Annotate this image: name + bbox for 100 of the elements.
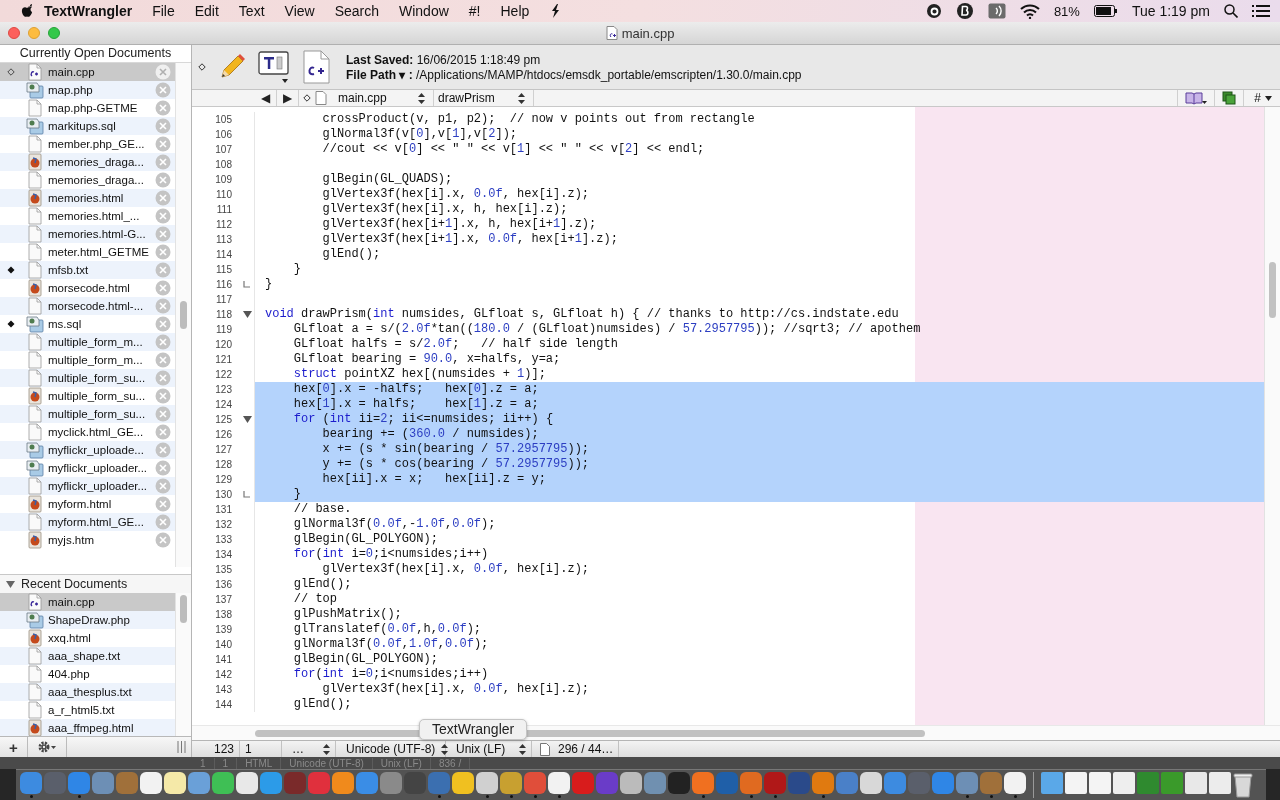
minimize-button[interactable] bbox=[28, 27, 40, 39]
recent-document-item[interactable]: ShapeDraw.php bbox=[0, 611, 175, 629]
function-popup[interactable]: drawPrism bbox=[434, 90, 534, 106]
close-document-icon[interactable] bbox=[155, 118, 171, 134]
open-document-item[interactable]: myflickr_uploade... bbox=[0, 441, 175, 459]
file-path-text[interactable]: File Path ▾ : /Applications/MAMP/htdocs/emsdk_portable/emscripten/1.30.0/main.cpp bbox=[346, 67, 802, 82]
close-document-icon[interactable] bbox=[155, 514, 171, 530]
menu-item[interactable]: Edit bbox=[184, 3, 229, 19]
open-document-item[interactable]: memories_draga... bbox=[0, 171, 175, 189]
cpp-document-icon[interactable] bbox=[302, 50, 330, 84]
horizontal-scroll-bar[interactable] bbox=[192, 725, 1280, 740]
fold-triangle-icon[interactable] bbox=[242, 310, 252, 319]
open-document-item[interactable]: map.php-GETME bbox=[0, 99, 175, 117]
close-document-icon[interactable] bbox=[155, 172, 171, 188]
open-document-item[interactable]: multiple_form_m... bbox=[0, 333, 175, 351]
dock-app-icon[interactable] bbox=[164, 772, 186, 794]
close-document-icon[interactable] bbox=[155, 370, 171, 386]
open-document-item[interactable]: ms.sql bbox=[0, 315, 175, 333]
menu-item[interactable]: Window bbox=[389, 3, 459, 19]
open-document-item[interactable]: markitups.sql bbox=[0, 117, 175, 135]
scroll-bar[interactable] bbox=[175, 63, 191, 567]
open-document-item[interactable]: myflickr_uploader... bbox=[0, 459, 175, 477]
close-document-icon[interactable] bbox=[155, 64, 171, 80]
dock-app-icon[interactable] bbox=[1004, 772, 1026, 794]
open-document-item[interactable]: memories.html-G... bbox=[0, 225, 175, 243]
expanded-triangle-icon[interactable] bbox=[6, 579, 15, 589]
close-document-icon[interactable] bbox=[155, 496, 171, 512]
recent-document-item[interactable]: main.cpp bbox=[0, 593, 175, 611]
close-document-icon[interactable] bbox=[155, 244, 171, 260]
sound-waves-icon[interactable] bbox=[987, 3, 1006, 19]
close-button[interactable] bbox=[8, 27, 20, 39]
forward-button[interactable]: ▶ bbox=[276, 90, 299, 106]
open-document-item[interactable]: member.php_GE... bbox=[0, 135, 175, 153]
dock-stack-icon[interactable] bbox=[1041, 772, 1063, 794]
open-document-item[interactable]: morsecode.html bbox=[0, 279, 175, 297]
menu-item[interactable]: View bbox=[274, 3, 325, 19]
open-document-item[interactable]: myjs.htm bbox=[0, 531, 175, 549]
dock-stack-icon[interactable] bbox=[1185, 772, 1207, 794]
recent-document-item[interactable]: a_r_html5.txt bbox=[0, 701, 175, 719]
open-document-item[interactable]: myflickr_uploader... bbox=[0, 477, 175, 495]
status-bold-circle-icon[interactable] bbox=[955, 2, 974, 20]
fold-end-icon[interactable] bbox=[242, 280, 252, 289]
battery-icon[interactable] bbox=[1093, 5, 1118, 17]
vertical-scroll-bar[interactable] bbox=[1264, 107, 1280, 725]
close-document-icon[interactable] bbox=[155, 478, 171, 494]
zoom-button[interactable] bbox=[48, 27, 60, 39]
open-document-item[interactable]: memories.html bbox=[0, 189, 175, 207]
dock-stack-icon[interactable] bbox=[1089, 772, 1111, 794]
close-document-icon[interactable] bbox=[155, 532, 171, 548]
open-document-item[interactable]: myclick.html_GE... bbox=[0, 423, 175, 441]
close-document-icon[interactable] bbox=[155, 226, 171, 242]
text-options-icon[interactable] bbox=[258, 50, 290, 84]
menu-item[interactable]: Help bbox=[490, 3, 540, 19]
list-icon[interactable] bbox=[1252, 4, 1270, 18]
recent-document-item[interactable]: aaa_ffmpeg.html bbox=[0, 719, 175, 736]
app-menu[interactable]: TextWrangler bbox=[34, 3, 143, 19]
menu-clock[interactable]: Tue 1:19 pm bbox=[1131, 3, 1210, 19]
script-menu-icon[interactable] bbox=[549, 3, 562, 19]
close-document-icon[interactable] bbox=[155, 442, 171, 458]
close-document-icon[interactable] bbox=[155, 388, 171, 404]
open-document-item[interactable]: multiple_form_su... bbox=[0, 405, 175, 423]
book-icon[interactable] bbox=[1185, 91, 1208, 105]
close-document-icon[interactable] bbox=[155, 190, 171, 206]
wifi-icon[interactable] bbox=[1019, 3, 1040, 19]
overlapping-squares-icon[interactable] bbox=[1222, 91, 1237, 105]
dock-app-icon[interactable] bbox=[860, 772, 882, 794]
pencil-icon[interactable] bbox=[218, 53, 246, 81]
recent-document-item[interactable]: aaa_thesplus.txt bbox=[0, 683, 175, 701]
close-document-icon[interactable] bbox=[155, 262, 171, 278]
recent-document-item[interactable]: aaa_shape.txt bbox=[0, 647, 175, 665]
trash-icon[interactable] bbox=[1233, 772, 1253, 798]
dock-app-icon[interactable] bbox=[620, 772, 642, 794]
open-document-item[interactable]: main.cpp bbox=[0, 63, 175, 81]
close-document-icon[interactable] bbox=[155, 334, 171, 350]
dock-app-icon[interactable] bbox=[332, 772, 354, 794]
close-document-icon[interactable] bbox=[155, 82, 171, 98]
dock-app-icon[interactable] bbox=[140, 772, 162, 794]
open-document-item[interactable]: myform.html bbox=[0, 495, 175, 513]
back-button[interactable]: ◀ bbox=[255, 90, 276, 106]
close-document-icon[interactable] bbox=[155, 298, 171, 314]
close-document-icon[interactable] bbox=[155, 460, 171, 476]
close-document-icon[interactable] bbox=[155, 100, 171, 116]
dock-app-icon[interactable] bbox=[476, 772, 498, 794]
document-popup[interactable]: main.cpp bbox=[334, 90, 434, 106]
fold-end-icon[interactable] bbox=[242, 490, 252, 499]
open-document-item[interactable]: mfsb.txt bbox=[0, 261, 175, 279]
close-document-icon[interactable] bbox=[155, 424, 171, 440]
open-document-item[interactable]: multiple_form_m... bbox=[0, 351, 175, 369]
close-document-icon[interactable] bbox=[155, 406, 171, 422]
open-document-item[interactable]: meter.html_GETME bbox=[0, 243, 175, 261]
dock-stack-icon[interactable] bbox=[1113, 772, 1135, 794]
close-document-icon[interactable] bbox=[155, 136, 171, 152]
close-document-icon[interactable] bbox=[155, 316, 171, 332]
open-document-item[interactable]: memories.html_... bbox=[0, 207, 175, 225]
search-icon[interactable] bbox=[1224, 4, 1238, 18]
dock-stack-icon[interactable] bbox=[1065, 772, 1087, 794]
dock-app-icon[interactable] bbox=[452, 772, 474, 794]
dock-app-icon[interactable] bbox=[212, 772, 234, 794]
dock-app-icon[interactable] bbox=[236, 772, 258, 794]
menu-item[interactable]: Text bbox=[228, 3, 275, 19]
